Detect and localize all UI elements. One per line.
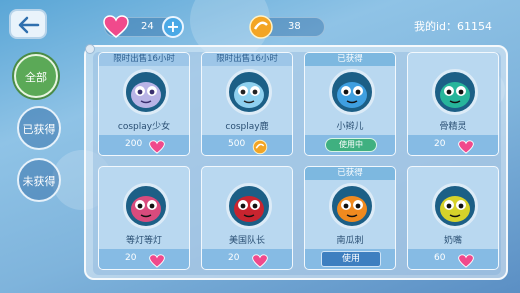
coin-counter: 38 (249, 15, 325, 39)
pet-price: 20 (125, 253, 137, 263)
gem-count: 24 (141, 21, 154, 32)
filter-not-owned[interactable]: 未获得 (17, 158, 61, 202)
pet-avatar-icon (440, 196, 470, 222)
pet-price: 200 (125, 139, 143, 149)
candy-coin-icon (249, 15, 273, 39)
filter-all[interactable]: 全部 (14, 54, 58, 98)
pet-name: 小辫儿 (336, 122, 364, 132)
pet-portrait (123, 183, 169, 229)
pet-price: 60 (434, 253, 446, 263)
pet-price: 20 (434, 139, 446, 149)
pet-card[interactable]: 限时出售16小时 cosplay少女 200 (98, 52, 190, 156)
pet-card-footer: 20 (99, 249, 189, 269)
pet-card[interactable]: 已获得 小辫儿 使用中 (304, 52, 396, 156)
gem-counter: 24 + (103, 15, 184, 38)
heart-gem-icon (252, 253, 268, 269)
pet-avatar-icon (337, 82, 367, 108)
pet-card[interactable]: 美国队长 20 (201, 166, 293, 270)
pet-avatar-icon (234, 82, 264, 108)
pet-avatar-icon (234, 196, 264, 222)
pet-name: cosplay少女 (117, 122, 171, 132)
pet-card-footer: 200 (99, 135, 189, 155)
pet-name: 美国队长 (228, 236, 265, 246)
filter-owned[interactable]: 已获得 (17, 106, 61, 150)
pet-card-footer: 60 (408, 249, 498, 269)
pet-card-footer: 使用 (305, 249, 395, 269)
candy-coin-icon (252, 139, 268, 155)
heart-gem-icon (103, 15, 129, 38)
pet-name: 奶嘴 (443, 236, 462, 246)
pet-portrait (329, 183, 375, 229)
pet-portrait (123, 69, 169, 115)
pet-card-banner: 限时出售16小时 (202, 53, 292, 66)
pet-card[interactable]: 骨精灵 20 (407, 52, 499, 156)
pet-card-banner: 已获得 (305, 53, 395, 66)
heart-gem-icon (458, 139, 474, 155)
pet-portrait (432, 69, 478, 115)
pet-shop-panel: 限时出售16小时 cosplay少女 200 限时出售16小时 cosplay鹿 500 已… (84, 45, 508, 280)
filter-not-owned-label: 未获得 (22, 175, 56, 188)
pet-name: cosplay鹿 (225, 122, 269, 132)
pet-grid[interactable]: 限时出售16小时 cosplay少女 200 限时出售16小时 cosplay鹿 500 已… (93, 52, 501, 275)
scroll-handle[interactable] (85, 44, 95, 54)
back-arrow-icon (18, 16, 40, 34)
pet-card-footer: 500 (202, 135, 292, 155)
pet-avatar-icon (337, 196, 367, 222)
player-id: 我的id：61154 (413, 20, 492, 33)
pet-card[interactable]: 等灯等灯 20 (98, 166, 190, 270)
filter-owned-label: 已获得 (22, 123, 56, 136)
pet-name: 南瓜刺 (336, 236, 364, 246)
use-button[interactable]: 使用 (321, 251, 381, 267)
heart-gem-icon (458, 253, 474, 269)
heart-gem-icon (149, 139, 165, 155)
pet-portrait (329, 69, 375, 115)
pet-price: 20 (228, 253, 240, 263)
in-use-badge: 使用中 (325, 138, 377, 152)
pet-avatar-icon (131, 196, 161, 222)
pet-card[interactable]: 限时出售16小时 cosplay鹿 500 (201, 52, 293, 156)
pet-card-footer: 20 (408, 135, 498, 155)
pet-avatar-icon (440, 82, 470, 108)
pet-card-footer: 20 (202, 249, 292, 269)
pet-card[interactable]: 已获得 南瓜刺 使用 (304, 166, 396, 270)
pet-card-footer: 使用中 (305, 135, 395, 155)
add-gems-button[interactable]: + (162, 16, 184, 38)
back-button[interactable] (9, 9, 47, 39)
pet-price: 500 (228, 139, 246, 149)
pet-name: 等灯等灯 (125, 236, 162, 246)
pet-portrait (226, 69, 272, 115)
filter-all-label: 全部 (25, 71, 47, 84)
coin-count: 38 (288, 21, 301, 32)
pet-card-banner: 已获得 (305, 167, 395, 180)
heart-gem-icon (149, 253, 165, 269)
pet-avatar-icon (131, 82, 161, 108)
pet-portrait (226, 183, 272, 229)
pet-card-banner: 限时出售16小时 (99, 53, 189, 66)
pet-portrait (432, 183, 478, 229)
pet-name: 骨精灵 (439, 122, 467, 132)
pet-card[interactable]: 奶嘴 60 (407, 166, 499, 270)
